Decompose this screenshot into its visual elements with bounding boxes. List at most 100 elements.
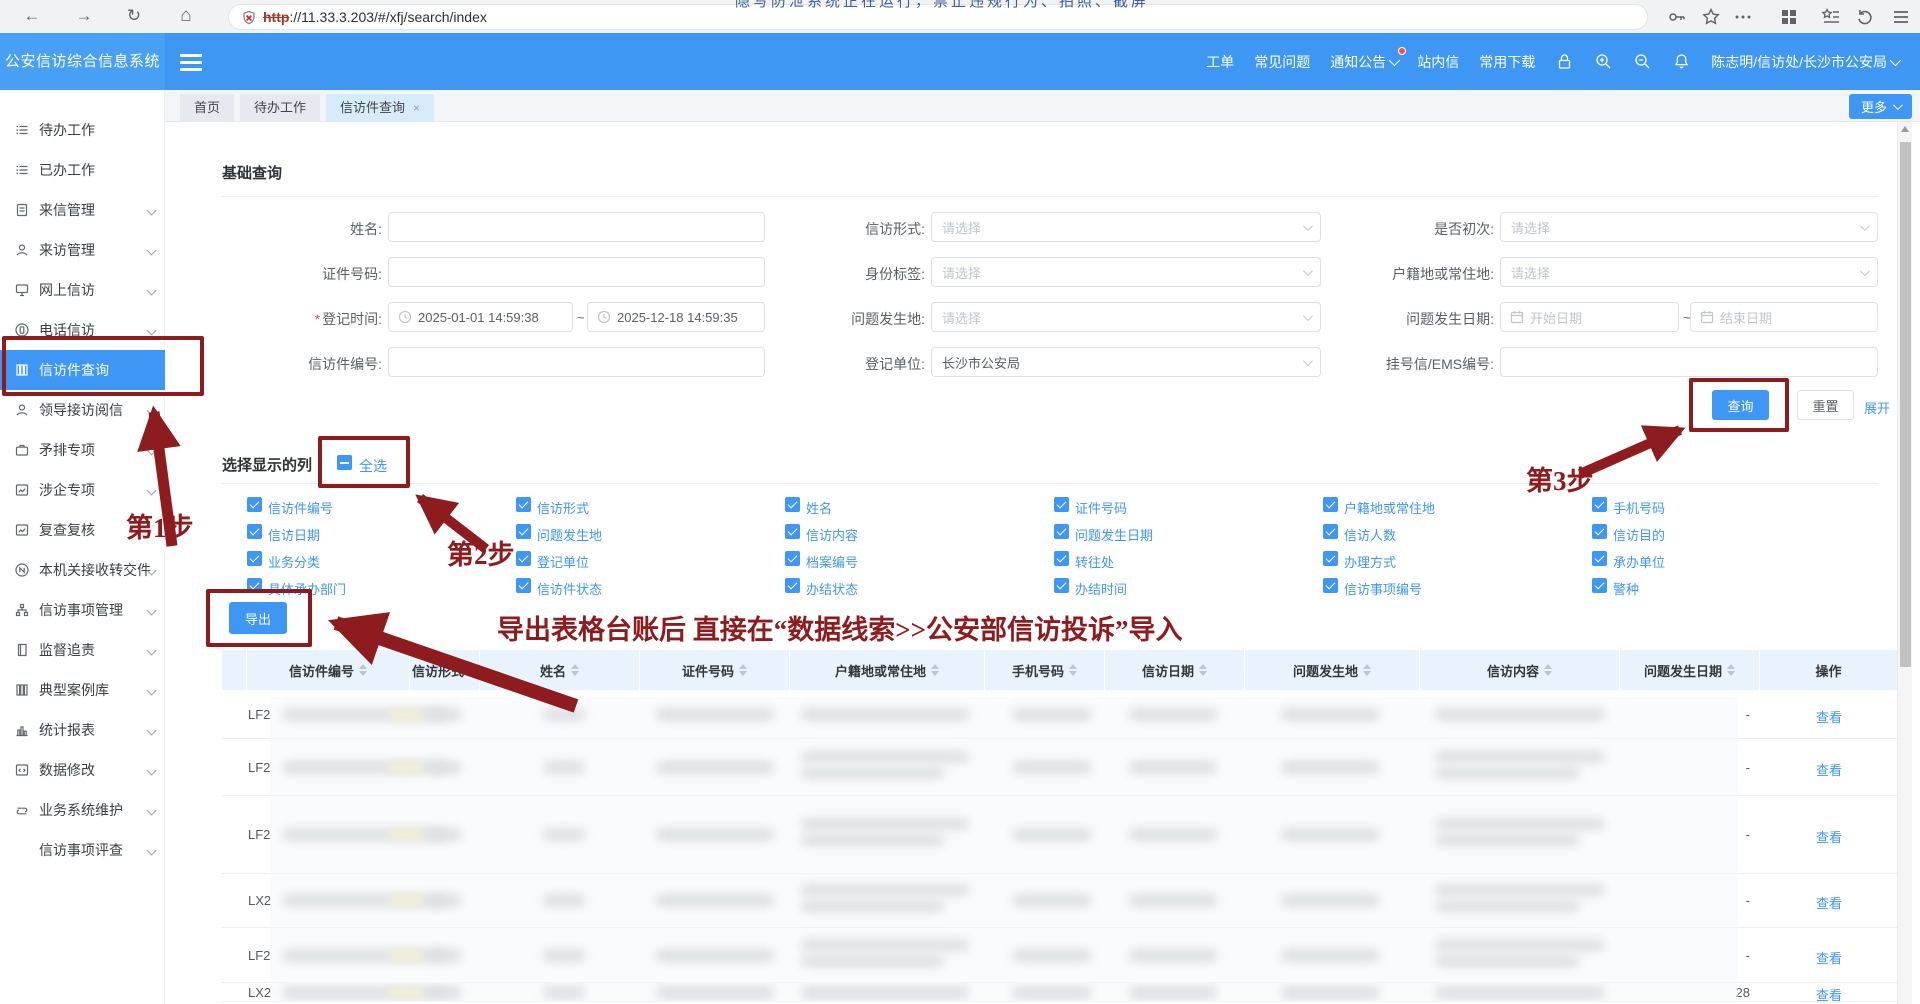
登记时间-start-input[interactable]: 2025-01-01 14:59:38 (388, 302, 573, 332)
sidebar-item-2[interactable]: 已办工作 (0, 150, 165, 190)
tab-1[interactable]: 首页 (180, 94, 234, 122)
scrollbar-up-arrow[interactable] (1901, 126, 1909, 132)
column-checkbox-label[interactable]: 户籍地或常住地 (1344, 498, 1435, 517)
column-checkbox-label[interactable]: 办结时间 (1075, 579, 1127, 598)
table-header-信访件编号[interactable]: 信访件编号 (247, 650, 410, 690)
column-checkbox[interactable] (516, 497, 531, 512)
view-link[interactable]: 查看 (1760, 760, 1898, 779)
sort-icons[interactable] (739, 664, 747, 676)
sort-icons[interactable] (1727, 664, 1735, 676)
page-scrollbar[interactable] (1897, 122, 1912, 1004)
header-menu-item-5[interactable]: 常用下载 (1479, 52, 1535, 72)
sidebar-item-17[interactable]: 数据修改 (0, 750, 165, 790)
sort-icons[interactable] (1199, 664, 1207, 676)
column-checkbox-label[interactable]: 信访件状态 (537, 579, 602, 598)
sort-asc-icon[interactable] (469, 664, 477, 669)
column-checkbox-label[interactable]: 信访人数 (1344, 525, 1396, 544)
column-checkbox[interactable] (1054, 497, 1069, 512)
户籍地或常住地-select[interactable]: 请选择 (1500, 257, 1878, 287)
column-checkbox[interactable] (516, 551, 531, 566)
sidebar-item-1[interactable]: 待办工作 (0, 110, 165, 150)
column-checkbox[interactable] (1323, 524, 1338, 539)
table-header-手机号码[interactable]: 手机号码 (985, 650, 1105, 690)
view-link[interactable]: 查看 (1760, 985, 1898, 1003)
browser-back-icon[interactable]: ← (20, 4, 44, 28)
header-menu-item-1[interactable]: 工单 (1206, 52, 1234, 72)
sort-asc-icon[interactable] (739, 664, 747, 669)
column-checkbox-label[interactable]: 信访形式 (537, 498, 589, 517)
column-checkbox-label[interactable]: 登记单位 (537, 552, 589, 571)
column-checkbox-label[interactable]: 信访日期 (268, 525, 320, 544)
table-header-户籍地或常住地[interactable]: 户籍地或常住地 (790, 650, 985, 690)
sidebar-item-19[interactable]: 信访事项评查 (0, 830, 165, 870)
table-header-证件号码[interactable]: 证件号码 (640, 650, 790, 690)
sidebar-item-11[interactable]: 复查复核 (0, 510, 165, 550)
bookmark-star-icon[interactable] (1700, 6, 1722, 28)
table-row[interactable]: LX2-查看 (222, 874, 1898, 928)
column-checkbox[interactable] (785, 551, 800, 566)
table-row[interactable]: LF2-查看 (222, 928, 1898, 983)
sort-desc-icon[interactable] (571, 671, 579, 676)
lock-icon[interactable] (1555, 52, 1574, 71)
zoom-out-icon[interactable] (1633, 52, 1652, 71)
table-header-信访内容[interactable]: 信访内容 (1420, 650, 1620, 690)
column-checkbox[interactable] (516, 578, 531, 593)
挂号信/EMS编号-input[interactable] (1500, 347, 1878, 377)
more-options-icon[interactable] (1732, 6, 1754, 28)
sidebar-collapse-icon[interactable] (178, 50, 204, 72)
url-text[interactable]: http://11.33.3.203/#/xfj/search/index (263, 9, 487, 25)
header-menu-item-3[interactable]: 通知公告 (1330, 52, 1397, 72)
sidebar-item-12[interactable]: 本机关接收转交件 (0, 550, 165, 590)
sort-desc-icon[interactable] (1544, 671, 1552, 676)
browser-forward-icon[interactable]: → (72, 4, 96, 28)
sort-icons[interactable] (1069, 664, 1077, 676)
column-checkbox-label[interactable]: 姓名 (806, 498, 832, 517)
view-link[interactable]: 查看 (1760, 827, 1898, 846)
column-checkbox-label[interactable]: 办结状态 (806, 579, 858, 598)
column-checkbox[interactable] (1592, 551, 1607, 566)
table-row[interactable]: LF2-查看 (222, 690, 1898, 739)
column-checkbox[interactable] (1054, 524, 1069, 539)
sidebar-item-18[interactable]: 业务系统维护 (0, 790, 165, 830)
sort-desc-icon[interactable] (1199, 671, 1207, 676)
scrollbar-thumb[interactable] (1900, 142, 1911, 667)
sort-icons[interactable] (571, 664, 579, 676)
browser-reload-icon[interactable]: ↻ (122, 4, 146, 28)
sort-desc-icon[interactable] (359, 671, 367, 676)
sidebar-item-15[interactable]: 典型案例库 (0, 670, 165, 710)
column-checkbox[interactable] (785, 524, 800, 539)
column-checkbox[interactable] (1323, 497, 1338, 512)
column-checkbox-label[interactable]: 档案编号 (806, 552, 858, 571)
sidebar-item-8[interactable]: 领导接访阅信 (0, 390, 165, 430)
more-tabs-button[interactable]: 更多 (1849, 94, 1912, 119)
password-key-icon[interactable] (1666, 6, 1688, 28)
select-all-checkbox[interactable] (337, 455, 352, 470)
tab-2[interactable]: 待办工作 (240, 94, 320, 122)
column-checkbox[interactable] (1592, 497, 1607, 512)
sort-asc-icon[interactable] (931, 664, 939, 669)
favorites-list-icon[interactable] (1820, 6, 1842, 28)
table-row[interactable]: LX228查看 (222, 983, 1898, 1002)
sort-desc-icon[interactable] (1727, 671, 1735, 676)
column-checkbox-label[interactable]: 问题发生日期 (1075, 525, 1153, 544)
sort-asc-icon[interactable] (1727, 664, 1735, 669)
browser-home-icon[interactable]: ⌂ (174, 4, 198, 28)
column-checkbox[interactable] (1592, 524, 1607, 539)
view-link[interactable]: 查看 (1760, 707, 1898, 726)
sort-asc-icon[interactable] (1199, 664, 1207, 669)
reset-button[interactable]: 重置 (1797, 390, 1854, 420)
column-checkbox-label[interactable]: 承办单位 (1613, 552, 1665, 571)
column-checkbox[interactable] (516, 524, 531, 539)
table-header-信访形式[interactable]: 信访形式 (410, 650, 480, 690)
apps-grid-icon[interactable] (1778, 6, 1800, 28)
sort-desc-icon[interactable] (931, 671, 939, 676)
column-checkbox[interactable] (1054, 578, 1069, 593)
sidebar-item-9[interactable]: 矛排专项 (0, 430, 165, 470)
column-checkbox-label[interactable]: 信访内容 (806, 525, 858, 544)
column-checkbox-label[interactable]: 转往处 (1075, 552, 1114, 571)
column-checkbox-label[interactable]: 问题发生地 (537, 525, 602, 544)
insecure-shield-icon[interactable] (241, 10, 257, 26)
sidebar-item-13[interactable]: 信访事项管理 (0, 590, 165, 630)
sidebar-item-10[interactable]: 涉企专项 (0, 470, 165, 510)
user-menu[interactable]: 陈志明/信访处/长沙市公安局 (1711, 52, 1898, 72)
